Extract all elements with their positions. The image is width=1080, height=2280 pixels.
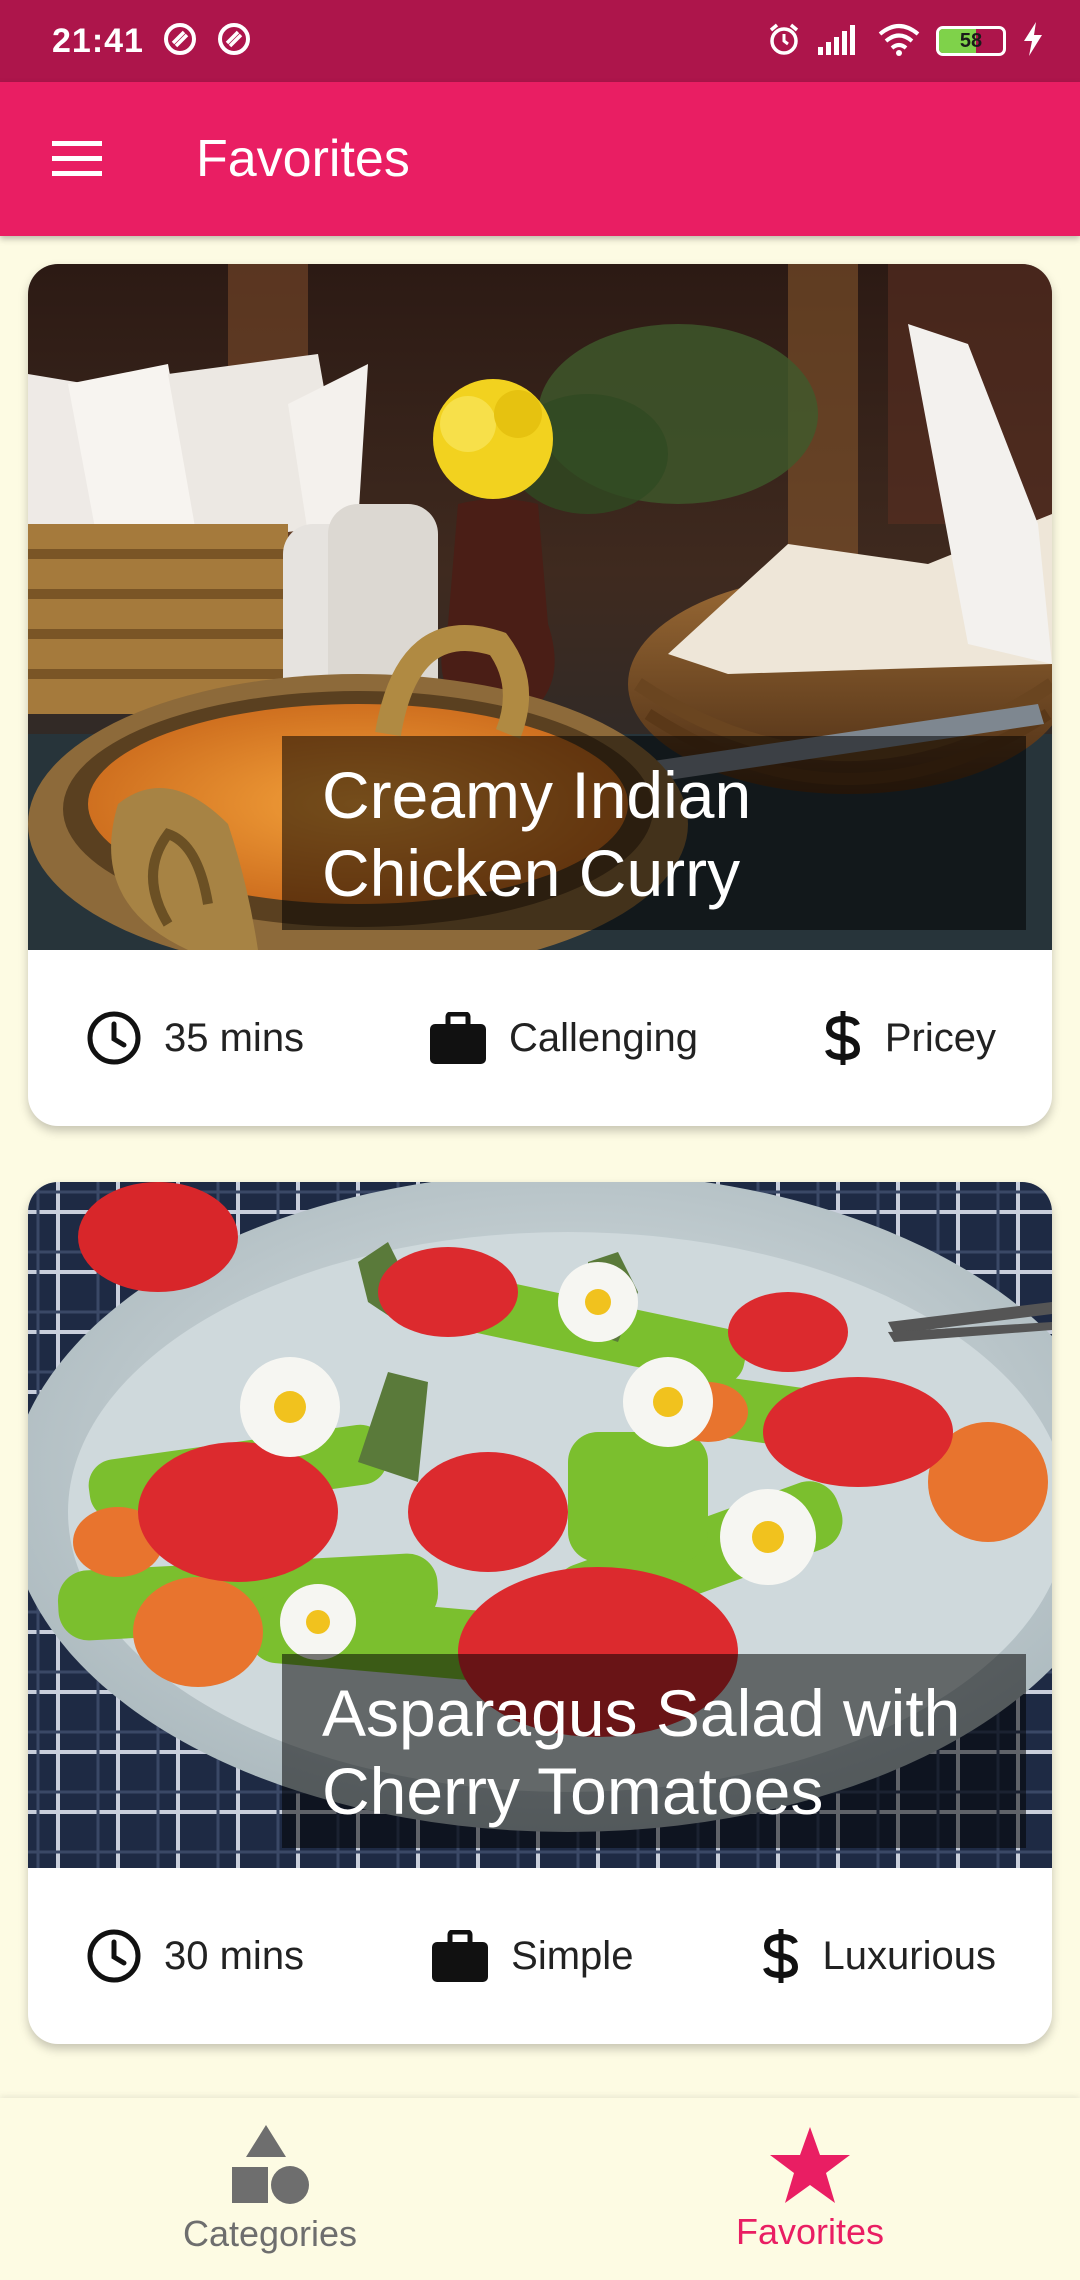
meal-title: Asparagus Salad with Cherry Tomatoes xyxy=(282,1654,1026,1848)
charging-icon xyxy=(1022,21,1044,61)
category-shapes-icon xyxy=(232,2125,309,2204)
meal-title: Creamy Indian Chicken Curry xyxy=(282,736,1026,930)
dollar-icon xyxy=(761,1927,801,1985)
complexity-label: Simple xyxy=(511,1933,634,1978)
duration-label: 30 mins xyxy=(164,1933,305,1978)
signal-icon xyxy=(818,23,862,60)
affordability: Luxurious xyxy=(761,1927,996,1985)
affordability: Pricey xyxy=(823,1009,996,1067)
clock-icon xyxy=(86,1928,142,1984)
status-left: 21:41 xyxy=(52,21,252,62)
meal-info-row: 30 mins Simple Luxurious xyxy=(28,1868,1052,2044)
hamburger-menu-icon xyxy=(52,141,102,176)
alarm-icon xyxy=(766,21,802,62)
dollar-icon xyxy=(823,1009,863,1067)
notification-icon xyxy=(216,21,252,62)
bottom-navigation: Categories Favorites xyxy=(0,2098,1080,2280)
battery-icon: 58 xyxy=(936,26,1006,56)
notification-icon xyxy=(162,21,198,62)
clock-icon xyxy=(86,1010,142,1066)
nav-item-categories[interactable]: Categories xyxy=(0,2098,540,2280)
complexity: Callenging xyxy=(429,1012,698,1064)
meal-card[interactable]: Asparagus Salad with Cherry Tomatoes 30 … xyxy=(28,1182,1052,2044)
affordability-label: Pricey xyxy=(884,1015,996,1060)
duration-label: 35 mins xyxy=(164,1015,305,1060)
affordability-label: Luxurious xyxy=(822,1933,996,1978)
meal-image: Asparagus Salad with Cherry Tomatoes xyxy=(28,1182,1052,1868)
star-icon xyxy=(770,2127,850,2203)
app-bar: Favorites xyxy=(0,82,1080,236)
battery-level: 58 xyxy=(959,29,983,52)
nav-label-categories: Categories xyxy=(182,2213,358,2254)
status-time: 21:41 xyxy=(52,21,144,60)
menu-button[interactable] xyxy=(22,104,132,214)
meal-image: Creamy Indian Chicken Curry xyxy=(28,264,1052,950)
complexity-label: Callenging xyxy=(508,1015,698,1060)
wifi-icon xyxy=(878,22,920,61)
briefcase-icon xyxy=(431,1930,489,1982)
status-right: 58 xyxy=(766,21,1044,62)
page-title: Favorites xyxy=(196,130,410,188)
complexity: Simple xyxy=(431,1930,633,1982)
nav-label-favorites: Favorites xyxy=(735,2211,885,2252)
nav-item-favorites[interactable]: Favorites xyxy=(540,2098,1080,2280)
meal-card[interactable]: Creamy Indian Chicken Curry 35 mins Call… xyxy=(28,264,1052,1126)
duration: 30 mins xyxy=(86,1928,304,1984)
briefcase-icon xyxy=(429,1012,487,1064)
meal-info-row: 35 mins Callenging Pricey xyxy=(28,950,1052,1126)
duration: 35 mins xyxy=(86,1010,304,1066)
status-bar: 21:41 58 xyxy=(0,0,1080,82)
